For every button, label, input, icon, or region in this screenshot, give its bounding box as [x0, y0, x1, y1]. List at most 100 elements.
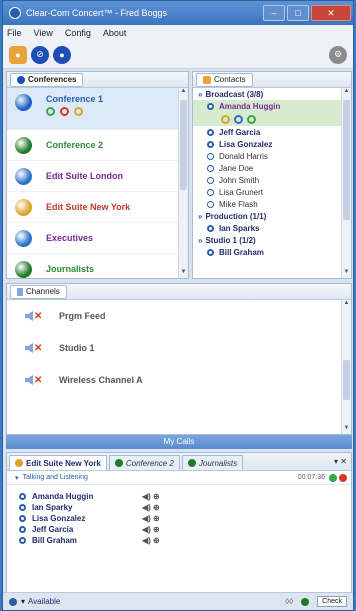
- menu-config[interactable]: Config: [65, 28, 91, 38]
- scroll-thumb[interactable]: [343, 360, 350, 400]
- gear-icon[interactable]: ⚙: [329, 45, 347, 64]
- contact-name: Lisa Gonzalez: [219, 139, 273, 149]
- channels-scrollbar[interactable]: ▲ ▼: [341, 300, 351, 434]
- talk-icon[interactable]: [247, 114, 256, 124]
- talk-icon[interactable]: [46, 107, 55, 116]
- channel-name: Wireless Channel A: [59, 375, 143, 385]
- people-icon[interactable]: ●: [9, 45, 27, 64]
- member-row[interactable]: Amanda Huggin ◀) ⊕: [7, 491, 351, 502]
- contact-name: Jeff Garcia: [219, 127, 261, 137]
- conference-status-icon: [15, 459, 23, 467]
- hold-icon[interactable]: [74, 107, 83, 116]
- scroll-down-icon[interactable]: ▼: [342, 425, 351, 434]
- contact-item[interactable]: Lisa Gonzalez: [193, 138, 351, 150]
- presence-icon[interactable]: ●: [53, 45, 71, 64]
- tab-conferences[interactable]: Conferences: [10, 72, 84, 87]
- member-row[interactable]: Lisa Gonzalez ◀) ⊕: [7, 513, 351, 524]
- contacts-scrollbar[interactable]: ▲ ▼: [341, 88, 351, 278]
- contact-group[interactable]: » Production (1/1): [193, 210, 351, 222]
- member-list: Amanda Huggin ◀) ⊕ Ian Sparky ◀) ⊕ Lisa Gonz…: [7, 485, 351, 546]
- maximize-button[interactable]: □: [287, 5, 309, 21]
- scroll-thumb[interactable]: [180, 100, 187, 190]
- conference-status-icon: [15, 260, 32, 278]
- conference-item[interactable]: Edit Suite London: [7, 161, 188, 192]
- my-calls-divider[interactable]: My Calls: [6, 435, 352, 449]
- dnd-icon[interactable]: ⊘: [31, 45, 49, 64]
- tab-controls[interactable]: ▾ ✕: [334, 457, 347, 466]
- presence-icon: [207, 188, 214, 196]
- scroll-up-icon[interactable]: ▲: [342, 88, 351, 97]
- volume-icon[interactable]: ◀) ⊕: [142, 503, 160, 512]
- contact-item[interactable]: Jane Doe: [193, 162, 351, 174]
- title-bar[interactable]: Clear-Com Concert™ - Fred Boggs – □ ✕: [3, 1, 353, 25]
- presence-icon: [207, 248, 214, 256]
- hold-icon[interactable]: [221, 114, 230, 124]
- channel-item[interactable]: ✕ Wireless Channel A: [7, 364, 351, 396]
- contact-item[interactable]: Lisa Grunert: [193, 186, 351, 198]
- presence-icon: [19, 504, 26, 511]
- conferences-header: Conferences: [7, 72, 188, 88]
- conference-name: Conference 1: [46, 94, 104, 104]
- tab-contacts[interactable]: Contacts: [196, 72, 253, 87]
- member-name: Lisa Gonzalez: [32, 514, 86, 523]
- contact-group[interactable]: » Broadcast (3/8): [193, 88, 351, 100]
- contact-item[interactable]: Donald Harris: [193, 150, 351, 162]
- scroll-thumb[interactable]: [343, 100, 350, 220]
- presence-status[interactable]: Available: [28, 597, 60, 606]
- tab-call[interactable]: Conference 2: [108, 455, 180, 470]
- volume-icon[interactable]: ◀) ⊕: [142, 514, 160, 523]
- conferences-scrollbar[interactable]: ▲ ▼: [178, 88, 188, 278]
- presence-dropdown-icon[interactable]: ▾: [21, 597, 25, 606]
- channel-name: Prgm Feed: [59, 311, 106, 321]
- hangup-icon[interactable]: [339, 473, 347, 482]
- contact-item[interactable]: Ian Sparks: [193, 222, 351, 234]
- listen-icon[interactable]: [60, 107, 69, 116]
- member-row[interactable]: Bill Graham ◀) ⊕: [7, 535, 351, 546]
- scroll-down-icon[interactable]: ▼: [179, 269, 188, 278]
- scroll-up-icon[interactable]: ▲: [342, 300, 351, 309]
- minimize-button[interactable]: –: [263, 5, 285, 21]
- toolbar: ● ⊘ ● ⚙: [3, 41, 353, 69]
- conference-item[interactable]: Journalists: [7, 254, 188, 278]
- scroll-up-icon[interactable]: ▲: [179, 88, 188, 97]
- channels-pane: Channels ✕ Prgm Feed ✕ Studio 1 ✕ Wireless Ch…: [6, 283, 352, 435]
- member-row[interactable]: Ian Sparky ◀) ⊕: [7, 502, 351, 513]
- conference-status-icon: [114, 459, 123, 467]
- volume-icon[interactable]: ◀) ⊕: [142, 536, 160, 545]
- menu-file[interactable]: File: [7, 28, 22, 38]
- menu-view[interactable]: View: [34, 28, 53, 38]
- tab-call[interactable]: Journalists: [181, 455, 244, 470]
- contact-item[interactable]: John Smith: [193, 174, 351, 186]
- contact-item[interactable]: Mike Flash: [193, 198, 351, 210]
- scroll-down-icon[interactable]: ▼: [342, 269, 351, 278]
- call-tab-label: Conference 2: [125, 458, 174, 468]
- contact-item[interactable]: Amanda Huggin: [193, 100, 351, 112]
- conference-item[interactable]: Conference 2: [7, 130, 188, 161]
- contact-name: Ian Sparks: [219, 223, 260, 233]
- group-expand-icon[interactable]: »: [198, 90, 202, 99]
- conference-status-icon: [15, 198, 32, 216]
- member-row[interactable]: Jeff Garcia ◀) ⊕: [7, 524, 351, 535]
- conference-info: Edit Suite New York: [46, 202, 130, 212]
- check-button[interactable]: Check: [317, 596, 347, 607]
- presence-icon: [207, 176, 214, 184]
- menu-about[interactable]: About: [103, 28, 127, 38]
- channel-item[interactable]: ✕ Studio 1: [7, 332, 351, 364]
- volume-icon[interactable]: ◀) ⊕: [142, 492, 160, 501]
- contact-group[interactable]: » Studio 1 (1/2): [193, 234, 351, 246]
- group-expand-icon[interactable]: »: [198, 236, 202, 245]
- tab-channels[interactable]: Channels: [10, 284, 67, 299]
- contact-item[interactable]: Jeff Garcia: [193, 126, 351, 138]
- channel-item[interactable]: ✕ Prgm Feed: [7, 300, 351, 332]
- chevron-down-icon[interactable]: ▾: [15, 474, 19, 482]
- volume-icon[interactable]: ◀) ⊕: [142, 525, 160, 534]
- contact-item[interactable]: Bill Graham: [193, 246, 351, 258]
- conference-item[interactable]: Conference 1: [7, 88, 188, 130]
- group-expand-icon[interactable]: »: [198, 212, 202, 221]
- accept-icon[interactable]: [329, 473, 337, 482]
- close-button[interactable]: ✕: [311, 5, 351, 21]
- conference-item[interactable]: Edit Suite New York: [7, 192, 188, 223]
- listen-icon[interactable]: [234, 114, 243, 124]
- tab-call[interactable]: Edit Suite New York: [9, 455, 107, 470]
- conference-item[interactable]: Executives: [7, 223, 188, 254]
